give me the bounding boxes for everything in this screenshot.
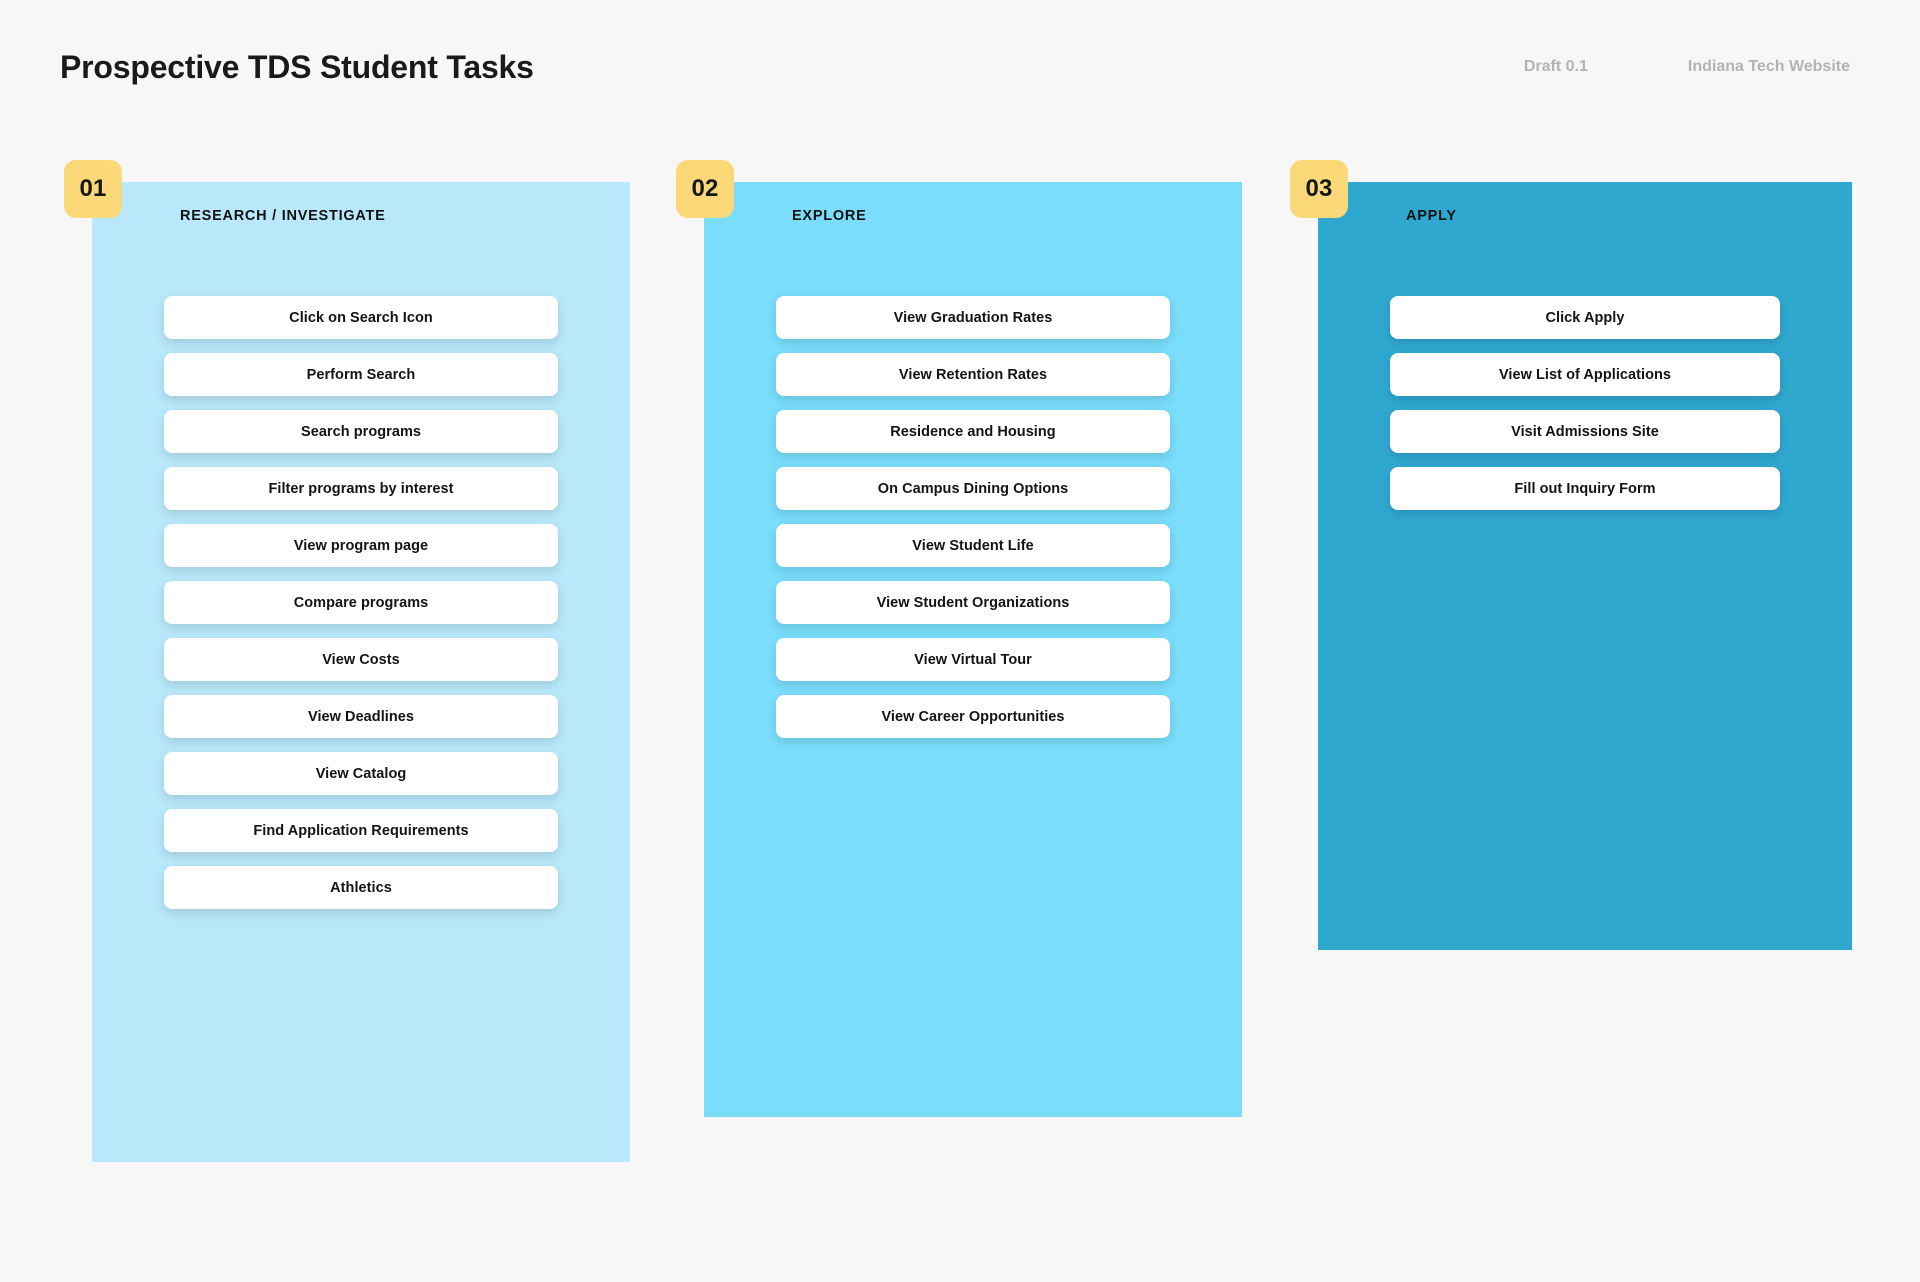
card-stack-apply: Click Apply View List of Applications Vi… [1390, 296, 1780, 510]
task-card-label: View program page [293, 537, 429, 554]
task-card[interactable]: View Costs [164, 638, 558, 681]
task-card[interactable]: View Student Life [776, 524, 1170, 567]
task-card-label: View Catalog [315, 765, 407, 782]
task-card-label: Find Application Requirements [253, 822, 469, 839]
task-card[interactable]: View Graduation Rates [776, 296, 1170, 339]
header-meta-group: Draft 0.1 Indiana Tech Website [1524, 58, 1860, 76]
task-card[interactable]: View Retention Rates [776, 353, 1170, 396]
task-card[interactable]: View Career Opportunities [776, 695, 1170, 738]
task-card[interactable]: View List of Applications [1390, 353, 1780, 396]
draft-version-label: Draft 0.1 [1523, 58, 1588, 75]
task-card[interactable]: Click Apply [1390, 296, 1780, 339]
task-card[interactable]: Click on Search Icon [164, 296, 558, 339]
task-card[interactable]: Athletics [164, 866, 558, 909]
column-heading-research: RESEARCH / INVESTIGATE [180, 208, 386, 224]
task-card-label: Click on Search Icon [289, 309, 433, 326]
task-card[interactable]: Fill out Inquiry Form [1390, 467, 1780, 510]
column-heading-explore: EXPLORE [792, 208, 867, 224]
project-name-label: Indiana Tech Website [1687, 58, 1850, 75]
task-card[interactable]: View Catalog [164, 752, 558, 795]
task-card[interactable]: View Student Organizations [776, 581, 1170, 624]
task-card-label: View Costs [322, 651, 400, 668]
task-card-label: Compare programs [293, 594, 429, 611]
card-stack-research: Click on Search Icon Perform Search Sear… [164, 296, 558, 909]
task-card[interactable]: Visit Admissions Site [1390, 410, 1780, 453]
task-card[interactable]: Residence and Housing [776, 410, 1170, 453]
task-card-label: View Retention Rates [898, 366, 1048, 383]
task-card-label: Residence and Housing [890, 423, 1056, 440]
card-stack-explore: View Graduation Rates View Retention Rat… [776, 296, 1170, 738]
task-card-label: View Student Life [912, 537, 1034, 554]
task-card[interactable]: View Deadlines [164, 695, 558, 738]
task-card[interactable]: Filter programs by interest [164, 467, 558, 510]
task-card-label: Search programs [300, 423, 422, 440]
column-number-badge-03: 03 [1290, 160, 1348, 218]
task-card[interactable]: Search programs [164, 410, 558, 453]
task-card-label: View Virtual Tour [914, 651, 1032, 668]
task-card[interactable]: View Virtual Tour [776, 638, 1170, 681]
page-title: Prospective TDS Student Tasks [60, 48, 534, 85]
column-number-badge-02: 02 [676, 160, 734, 218]
task-card-label: Filter programs by interest [268, 480, 454, 497]
board-canvas: Prospective TDS Student Tasks Draft 0.1 … [0, 0, 1920, 1282]
task-card-label: On Campus Dining Options [877, 480, 1069, 497]
task-card-label: View Deadlines [307, 708, 414, 725]
task-card[interactable]: Find Application Requirements [164, 809, 558, 852]
column-number-badge-01: 01 [64, 160, 122, 218]
task-card-label: Visit Admissions Site [1511, 423, 1659, 440]
task-card-label: View Student Organizations [876, 594, 1070, 611]
task-card[interactable]: Perform Search [164, 353, 558, 396]
page-header: Prospective TDS Student Tasks Draft 0.1 … [60, 44, 1860, 90]
task-card[interactable]: Compare programs [164, 581, 558, 624]
task-card-label: View Career Opportunities [881, 708, 1065, 725]
task-card-label: View Graduation Rates [893, 309, 1053, 326]
task-card-label: View List of Applications [1498, 366, 1672, 383]
task-columns-board: 01 RESEARCH / INVESTIGATE Click on Searc… [64, 160, 1852, 1192]
task-card-label: Fill out Inquiry Form [1514, 480, 1656, 497]
task-card[interactable]: On Campus Dining Options [776, 467, 1170, 510]
task-card-label: Perform Search [306, 366, 416, 383]
task-card-label: Click Apply [1545, 309, 1625, 326]
task-card[interactable]: View program page [164, 524, 558, 567]
task-card-label: Athletics [330, 879, 392, 896]
column-heading-apply: APPLY [1406, 208, 1457, 224]
